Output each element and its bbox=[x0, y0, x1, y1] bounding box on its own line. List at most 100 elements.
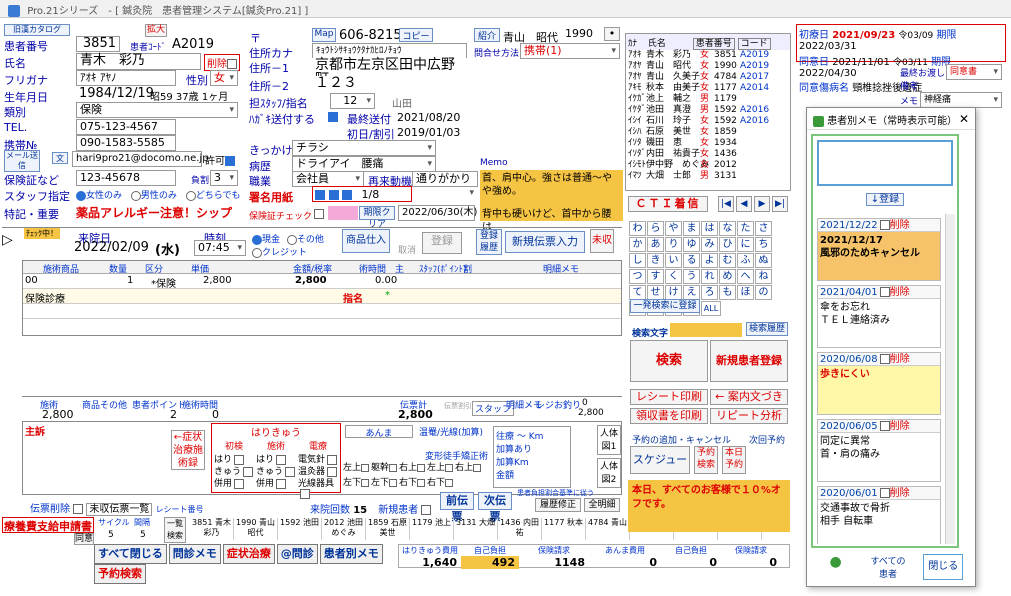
kana-key[interactable]: い bbox=[665, 253, 682, 268]
cancel-button[interactable]: 取消 bbox=[398, 243, 416, 256]
hari-item[interactable]: はり bbox=[256, 452, 296, 465]
all-detail-button[interactable]: 全明細 bbox=[584, 498, 620, 512]
span-value[interactable]: 5 bbox=[140, 530, 146, 540]
row1-price[interactable]: 2,800 bbox=[203, 275, 232, 286]
grid-row-4[interactable] bbox=[23, 319, 621, 334]
mobile-field[interactable]: 090-1583-5585 bbox=[76, 135, 176, 151]
quick-patient[interactable]: 1436 内田 祐 bbox=[498, 518, 542, 540]
contact-select[interactable]: 携帯(1) bbox=[520, 43, 620, 59]
quick-patient[interactable]: 4784 青山 bbox=[586, 518, 630, 540]
nav-prev-icon[interactable]: ◀ bbox=[736, 196, 752, 212]
row1-time[interactable]: 0.00 bbox=[375, 275, 397, 286]
search-input[interactable] bbox=[670, 323, 742, 337]
birth-field[interactable]: 1984/12/19 bbox=[76, 87, 154, 103]
guide-button[interactable]: ← 案内文づき bbox=[710, 389, 788, 405]
mail-send-button[interactable]: メール送信 bbox=[4, 150, 40, 172]
patient-list-row[interactable]: ｱｵﾔ 青山 久美子女 4784 A2017 bbox=[626, 72, 790, 83]
memo-close-button[interactable]: 閉じる bbox=[923, 554, 964, 580]
kana-key[interactable]: な bbox=[719, 221, 736, 236]
footer-button[interactable]: 症状治療 bbox=[222, 544, 275, 564]
body-chart2-button[interactable]: 人体図2 bbox=[597, 458, 621, 488]
prev-slip-button[interactable]: 前伝票 bbox=[440, 492, 474, 523]
new-patient-cb[interactable] bbox=[421, 505, 432, 515]
body-part[interactable]: 右下 bbox=[399, 475, 427, 488]
hari-item[interactable]: 温灸器 bbox=[298, 464, 338, 477]
memo-register-button[interactable]: ↓登録 bbox=[865, 193, 905, 206]
memo-item[interactable]: 2021/12/22 削除 2021/12/17 風邪のためキャンセル bbox=[817, 218, 941, 281]
ins-clear-button[interactable]: 期限クリア bbox=[359, 206, 395, 230]
reg-history-button[interactable]: 登録履歴 bbox=[476, 229, 502, 255]
tel-field[interactable]: 075-123-4567 bbox=[76, 119, 176, 135]
kana-key[interactable]: れ bbox=[701, 269, 718, 284]
hari-item-cb[interactable] bbox=[234, 478, 245, 489]
kana-key[interactable]: た bbox=[737, 221, 754, 236]
kana-key[interactable]: ね bbox=[755, 269, 772, 284]
goods-button[interactable]: 商品仕入 bbox=[342, 229, 390, 253]
hagaki-checkbox[interactable] bbox=[328, 112, 338, 122]
history-fix-button[interactable]: 履歴修正 bbox=[535, 498, 581, 512]
new-slip-button[interactable]: 新規伝票入力 bbox=[505, 231, 585, 253]
kana-catalog-button[interactable]: 旧漢カタログ bbox=[4, 24, 70, 36]
slip-delete-cb[interactable] bbox=[73, 504, 84, 514]
addr2-field[interactable]: １２３ bbox=[312, 76, 467, 94]
kana-key[interactable]: わ bbox=[629, 221, 646, 236]
quick-register-button[interactable]: 一発検索に登録 bbox=[630, 299, 700, 313]
job-select[interactable]: 会社員 bbox=[292, 171, 364, 187]
body-chart1-button[interactable]: 人体図1 bbox=[597, 425, 621, 455]
kana-key[interactable]: て bbox=[629, 285, 646, 300]
body-part[interactable]: 右上 bbox=[399, 460, 427, 473]
body-part[interactable]: 右上 bbox=[455, 460, 483, 473]
kana-key[interactable]: む bbox=[719, 253, 736, 268]
memo-item[interactable]: 2020/06/08 削除 歩きにくい bbox=[817, 352, 941, 415]
body-part[interactable]: 左下 bbox=[371, 475, 399, 488]
grid-row-2[interactable]: 保険診療 指名 * bbox=[23, 289, 621, 305]
patient-code-field[interactable]: A2019 bbox=[172, 37, 214, 52]
ins-check-date[interactable]: 2022/06/30(木) bbox=[398, 205, 477, 221]
hari-item[interactable]: はり bbox=[214, 452, 254, 465]
search-history-button[interactable]: 検索履歴 bbox=[746, 322, 788, 336]
patient-list-row[interactable]: ｲｼﾓﾄ伊中野 めぐみ女 2012 bbox=[626, 160, 790, 171]
kana-key[interactable]: し bbox=[629, 253, 646, 268]
footer-button[interactable]: 予約検索 bbox=[94, 564, 146, 584]
next-slip-button[interactable]: 次伝票 bbox=[478, 492, 512, 523]
footer-button[interactable]: 患者別メモ bbox=[319, 544, 383, 564]
kana-key[interactable]: ぬ bbox=[755, 253, 772, 268]
hari-item[interactable]: きゅう bbox=[214, 464, 254, 477]
row1-product[interactable]: 00 bbox=[25, 275, 38, 286]
body-part[interactable]: 左上 bbox=[427, 460, 455, 473]
memo-scrollbar[interactable] bbox=[945, 214, 955, 544]
memo-delete-cb[interactable] bbox=[879, 287, 890, 297]
delete-button[interactable]: 削除 bbox=[204, 54, 240, 71]
kana-key[interactable]: や bbox=[665, 221, 682, 236]
kana-key[interactable]: う bbox=[683, 269, 700, 284]
map-button[interactable]: Map bbox=[312, 28, 336, 42]
kana-key[interactable]: み bbox=[701, 237, 718, 252]
sign-cb1[interactable] bbox=[315, 190, 325, 200]
row1-qty[interactable]: 1 bbox=[127, 275, 133, 286]
memo-delete-cb[interactable] bbox=[879, 220, 890, 230]
body-part[interactable]: 左下 bbox=[343, 475, 371, 488]
kana-key[interactable]: ゆ bbox=[683, 237, 700, 252]
list-search-button[interactable]: 一覧検索 bbox=[164, 517, 186, 543]
kana-key[interactable]: の bbox=[755, 285, 772, 300]
memo-close-icon[interactable]: ✕ bbox=[959, 112, 969, 126]
kana-key[interactable]: さ bbox=[755, 221, 772, 236]
footer-button[interactable]: 問診メモ bbox=[168, 544, 221, 564]
radio-male[interactable] bbox=[130, 190, 141, 201]
kana-key[interactable]: ひ bbox=[719, 237, 736, 252]
hari-item-cb[interactable] bbox=[276, 454, 287, 465]
kana-key[interactable]: も bbox=[719, 285, 736, 300]
nav-last-icon[interactable]: ▶| bbox=[772, 196, 788, 212]
hari-item-cb[interactable] bbox=[243, 466, 254, 477]
kana-key[interactable]: ほ bbox=[737, 285, 754, 300]
unfinished-slip-button[interactable]: 未収伝票一覧 bbox=[86, 503, 153, 516]
patient-list-row[interactable]: ｲｹｶﾞ池上 輔之男 1179 bbox=[626, 94, 790, 105]
receipt-print-button[interactable]: レシート印刷 bbox=[630, 389, 708, 405]
patient-list-row[interactable]: ｱｵﾔ 青山 昭代女 1990 A2019 bbox=[626, 61, 790, 72]
patient-list-row[interactable]: ｱｵｷ 青木 彩乃女 3851 A2019 bbox=[626, 50, 790, 61]
kana-key[interactable]: き bbox=[647, 253, 664, 268]
visit-time[interactable]: 07:45 bbox=[194, 240, 246, 256]
sex-select[interactable]: 女 bbox=[210, 70, 238, 86]
kana-key[interactable]: せ bbox=[647, 285, 664, 300]
quick-patient[interactable]: 1177 秋本 bbox=[542, 518, 586, 540]
